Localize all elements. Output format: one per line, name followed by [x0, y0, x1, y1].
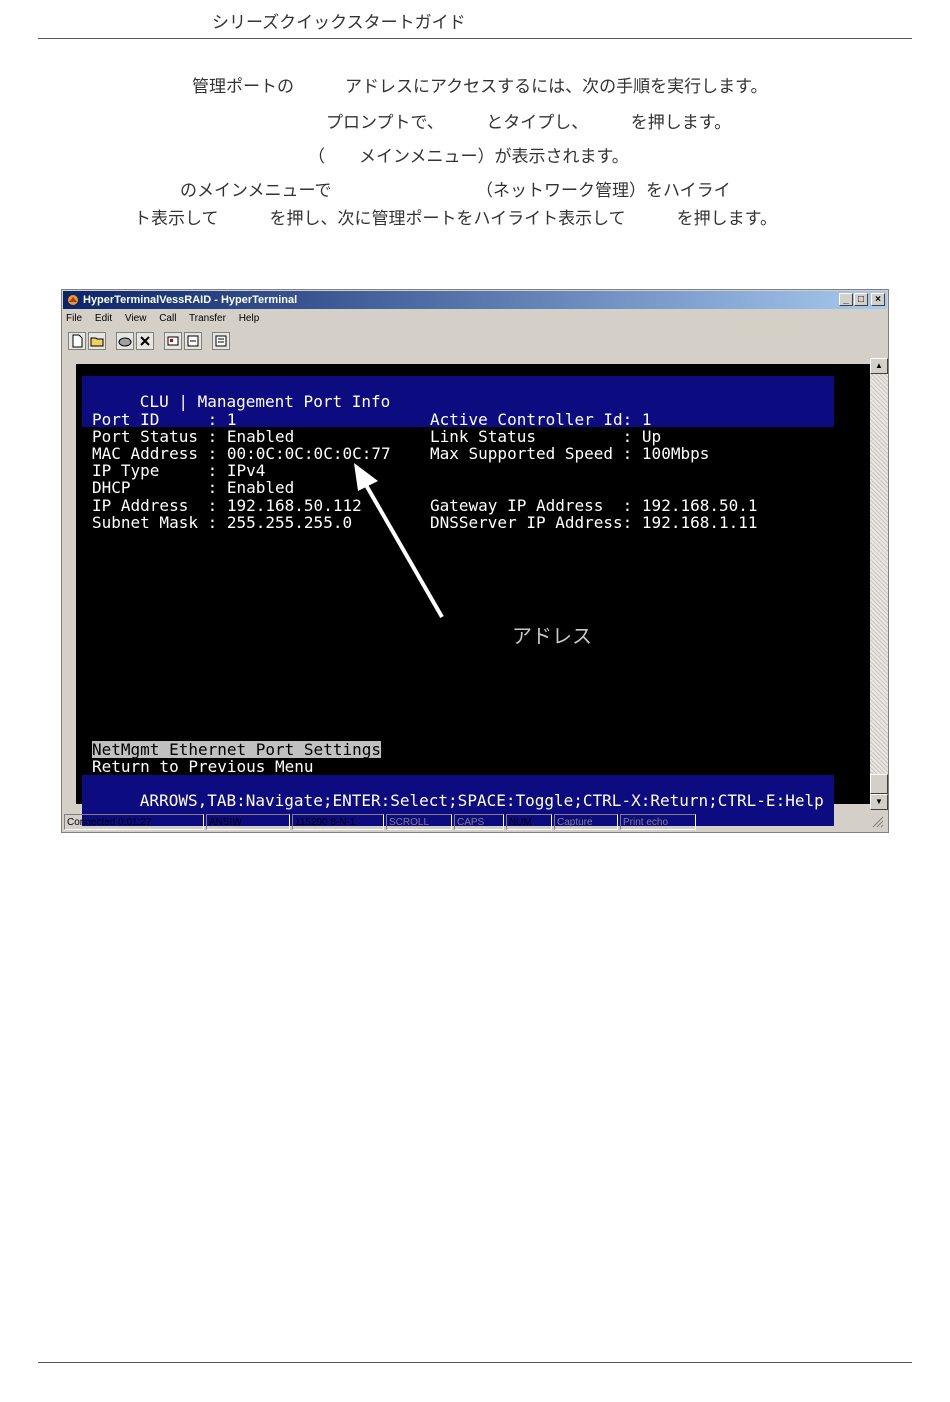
page-header-title: シリーズクイックスタートガイド	[212, 13, 466, 33]
right-row: Gateway IP Address : 192.168.50.1	[430, 496, 758, 515]
properties-icon[interactable]	[212, 332, 230, 350]
right-row: Link Status : Up	[430, 427, 662, 446]
status-scroll: SCROLL	[386, 814, 452, 830]
hyperterminal-icon	[68, 295, 78, 305]
right-row: DNSServer IP Address: 192.168.1.11	[430, 513, 758, 532]
right-row: Active Controller Id: 1	[430, 410, 652, 429]
header-rule	[38, 38, 912, 39]
instruction-line-4: のメインメニューで （ネットワーク管理）をハイライ	[180, 181, 731, 201]
status-capture: Capture	[554, 814, 618, 830]
menu-item-return[interactable]: Return to Previous Menu	[92, 758, 314, 775]
left-row: Subnet Mask : 255.255.255.0	[92, 513, 353, 532]
scroll-thumb[interactable]	[870, 774, 888, 794]
instruction-line-1: 管理ポートの アドレスにアクセスするには、次の手順を実行します。	[192, 77, 768, 97]
resize-grip-icon[interactable]	[872, 816, 884, 828]
instruction-line-5: ト表示して を押し、次に管理ポートをハイライト表示して を押します。	[134, 209, 777, 229]
status-bar: Connected 0:01:27 ANSIW 115200 8-N-1 SCR…	[64, 814, 886, 830]
vertical-scrollbar[interactable]: ▲ ▼	[870, 358, 888, 810]
new-file-icon[interactable]	[68, 332, 86, 350]
arrow-icon	[354, 463, 444, 618]
menu-edit[interactable]: Edit	[95, 313, 112, 324]
left-row: IP Address : 192.168.50.112	[92, 496, 362, 515]
status-print-echo: Print echo	[620, 814, 696, 830]
menu-transfer[interactable]: Transfer	[189, 313, 226, 324]
maximize-button[interactable]: □	[854, 293, 868, 306]
right-row: Max Supported Speed : 100Mbps	[430, 444, 710, 463]
status-emulation: ANSIW	[206, 814, 290, 830]
left-row: Port ID : 1	[92, 410, 237, 429]
terminal-header: CLU | Management Port Info	[139, 392, 391, 411]
scroll-down-icon[interactable]: ▼	[870, 794, 888, 810]
footer-rule	[38, 1362, 912, 1363]
window-title: HyperTerminalVessRAID - HyperTerminal	[83, 294, 298, 306]
status-connected: Connected 0:01:27	[64, 814, 204, 830]
window-titlebar: HyperTerminalVessRAID - HyperTerminal _ …	[63, 291, 887, 309]
scroll-up-icon[interactable]: ▲	[870, 358, 888, 374]
send-icon[interactable]	[164, 332, 182, 350]
left-row: Port Status : Enabled	[92, 427, 295, 446]
hyperterminal-window: HyperTerminalVessRAID - HyperTerminal _ …	[61, 289, 889, 833]
terminal-screen[interactable]: CLU | Management Port Info Port ID : 1 P…	[76, 364, 872, 826]
left-row: IP Type : IPv4	[92, 461, 266, 480]
menu-help[interactable]: Help	[239, 313, 260, 324]
menu-file[interactable]: File	[66, 313, 82, 324]
open-folder-icon[interactable]	[88, 332, 106, 350]
address-annotation: アドレス	[512, 624, 592, 648]
status-port-settings: 115200 8-N-1	[292, 814, 384, 830]
menu-call[interactable]: Call	[159, 313, 176, 324]
instruction-line-2: プロンプトで、 とタイプし、 を押します。	[326, 113, 732, 133]
instruction-line-3: （ メインメニュー）が表示されます。	[308, 147, 629, 167]
connect-icon[interactable]	[116, 332, 134, 350]
disconnect-icon[interactable]	[136, 332, 154, 350]
status-caps: CAPS	[454, 814, 504, 830]
menu-item-netmgmt[interactable]: NetMgmt Ethernet Port Settings	[92, 741, 381, 758]
menu-bar: File Edit View Call Transfer Help	[66, 311, 269, 327]
receive-icon[interactable]	[184, 332, 202, 350]
status-num: NUM	[506, 814, 552, 830]
close-button[interactable]: ×	[871, 293, 885, 306]
minimize-button[interactable]: _	[839, 293, 853, 306]
left-row: DHCP : Enabled	[92, 478, 295, 497]
menu-view[interactable]: View	[125, 313, 147, 324]
help-text: ARROWS,TAB:Navigate;ENTER:Select;SPACE:T…	[139, 791, 824, 810]
